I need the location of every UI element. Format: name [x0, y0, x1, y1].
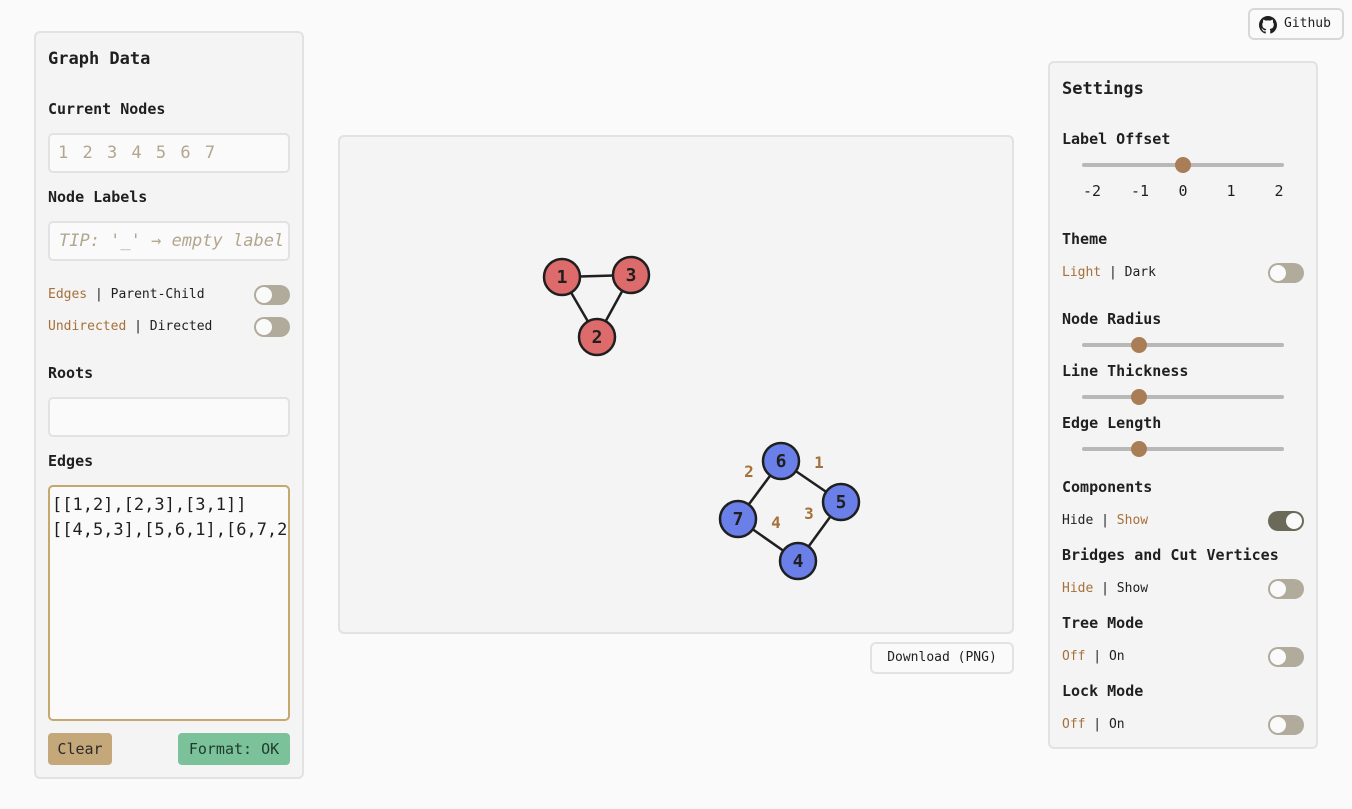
graph-svg: 3 1 2 4 1 2 3 4 5 6 7	[542, 255, 861, 581]
components-separator: |	[1093, 513, 1117, 528]
label-offset-tick: -1	[1130, 182, 1150, 200]
node-radius-thumb[interactable]	[1130, 337, 1147, 353]
toggle-knob	[1270, 717, 1286, 733]
lock-mode-on-option: On	[1108, 717, 1125, 732]
toggle-knob	[256, 287, 272, 303]
bridges-options: Hide | Show	[1062, 581, 1148, 596]
node-radius-label: Node Radius	[1062, 310, 1162, 328]
label-offset-tick: 1	[1226, 182, 1236, 200]
edge-weight-label: 3	[804, 504, 814, 523]
edge-length-label: Edge Length	[1062, 414, 1162, 432]
label-offset-tick: -2	[1082, 182, 1102, 200]
graph-node-label: 1	[557, 267, 568, 288]
edges-label: Edges	[48, 452, 94, 470]
github-icon	[1259, 16, 1277, 34]
lock-mode-label: Lock Mode	[1062, 682, 1144, 700]
components-label: Components	[1062, 478, 1153, 496]
theme-label: Theme	[1062, 230, 1108, 248]
graph-node-label: 4	[793, 551, 804, 572]
format-status-button[interactable]: Format: OK	[178, 733, 290, 765]
graph-canvas[interactable]: 3 1 2 4 1 2 3 4 5 6 7	[338, 135, 1014, 634]
tree-mode-off-option: Off	[1062, 649, 1086, 664]
edge-length-thumb[interactable]	[1130, 441, 1147, 457]
lock-mode-options: Off | On	[1062, 717, 1125, 732]
light-option: Light	[1062, 265, 1102, 280]
components-toggle[interactable]	[1268, 511, 1304, 531]
roots-label: Roots	[48, 364, 94, 382]
roots-input[interactable]	[48, 397, 290, 437]
tree-mode-on-option: On	[1108, 649, 1125, 664]
bridges-toggle[interactable]	[1268, 579, 1304, 599]
graph-data-title: Graph Data	[48, 49, 151, 69]
components-hide-option: Hide	[1062, 513, 1094, 528]
edges-mode-toggle[interactable]	[254, 285, 290, 305]
bridges-hide-option: Hide	[1062, 581, 1094, 596]
direction-mode-label: Undirected | Directed	[48, 319, 212, 334]
edges-mode-separator: |	[87, 287, 111, 302]
bridges-label: Bridges and Cut Vertices	[1062, 546, 1279, 564]
graph-node-label: 7	[733, 509, 744, 530]
theme-separator: |	[1101, 265, 1125, 280]
edge-weight-label: 4	[771, 513, 781, 532]
graph-node-label: 5	[836, 492, 847, 513]
settings-title: Settings	[1062, 79, 1144, 99]
current-nodes-label: Current Nodes	[48, 100, 166, 118]
lock-mode-off-option: Off	[1062, 717, 1086, 732]
toggle-knob	[256, 319, 272, 335]
bridges-show-option: Show	[1116, 581, 1149, 596]
clear-button[interactable]: Clear	[48, 733, 112, 765]
tree-mode-separator: |	[1085, 649, 1109, 664]
lock-mode-toggle[interactable]	[1268, 715, 1304, 735]
bridges-separator: |	[1093, 581, 1117, 596]
line-thickness-slider[interactable]	[1082, 395, 1284, 399]
graph-node-label: 2	[592, 327, 603, 348]
dark-option: Dark	[1124, 265, 1156, 280]
directed-option: Directed	[149, 319, 213, 334]
edge-length-slider[interactable]	[1082, 447, 1284, 451]
node-labels-label: Node Labels	[48, 188, 148, 206]
components-show-option: Show	[1116, 513, 1149, 528]
edges-mode-label: Edges | Parent-Child	[48, 287, 205, 302]
toggle-knob	[1270, 649, 1286, 665]
components-options: Hide | Show	[1062, 513, 1148, 528]
line-thickness-thumb[interactable]	[1130, 389, 1147, 405]
label-offset-tick: 2	[1274, 182, 1284, 200]
direction-mode-separator: |	[126, 319, 150, 334]
label-offset-tick: 0	[1178, 182, 1188, 200]
github-label: Github	[1284, 16, 1331, 31]
node-radius-slider[interactable]	[1082, 343, 1284, 347]
direction-mode-toggle[interactable]	[254, 317, 290, 337]
toggle-knob	[1286, 513, 1302, 529]
toggle-knob	[1270, 265, 1286, 281]
label-offset-label: Label Offset	[1062, 130, 1171, 148]
graph-node-label: 3	[626, 265, 637, 286]
tree-mode-toggle[interactable]	[1268, 647, 1304, 667]
tree-mode-label: Tree Mode	[1062, 614, 1144, 632]
toggle-knob	[1270, 581, 1286, 597]
line-thickness-label: Line Thickness	[1062, 362, 1189, 380]
current-nodes-field[interactable]: 1 2 3 4 5 6 7	[48, 133, 290, 173]
edges-textarea[interactable]: [[1,2],[2,3],[3,1]] [[4,5,3],[5,6,1],[6,…	[48, 485, 290, 721]
node-labels-input[interactable]: TIP: '_' → empty label	[48, 221, 290, 261]
lock-mode-separator: |	[1085, 717, 1109, 732]
edge-weight-label: 2	[744, 462, 754, 481]
edge-weight-label: 1	[814, 453, 824, 472]
label-offset-thumb[interactable]	[1175, 157, 1191, 173]
theme-options: Light | Dark	[1062, 265, 1156, 280]
github-button[interactable]: Github	[1248, 8, 1344, 40]
download-png-button[interactable]: Download (PNG)	[870, 642, 1014, 674]
parent-child-option: Parent-Child	[110, 287, 205, 302]
theme-toggle[interactable]	[1268, 263, 1304, 283]
undirected-option: Undirected	[48, 319, 127, 334]
edges-option: Edges	[48, 287, 88, 302]
tree-mode-options: Off | On	[1062, 649, 1125, 664]
graph-node-label: 6	[776, 451, 787, 472]
